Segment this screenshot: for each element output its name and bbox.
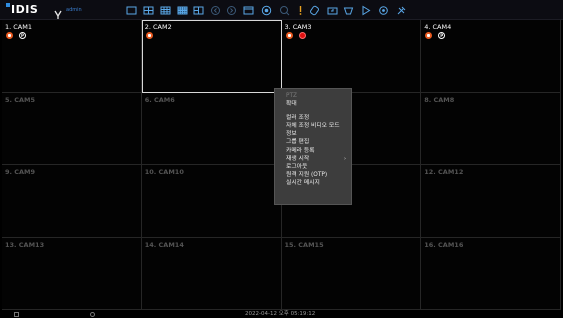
camera-status-icons: P xyxy=(425,32,446,39)
camera-label: 9. CAM9 xyxy=(5,168,36,176)
camera-cell[interactable]: 2. CAM2 xyxy=(141,20,282,93)
camera-label: 16. CAM16 xyxy=(424,240,464,249)
camera-label: 4. CAM4 xyxy=(424,23,452,31)
camera-cell[interactable]: 5. CAM5 xyxy=(2,92,142,165)
export-icon[interactable] xyxy=(327,5,338,16)
context-menu-item-label: 자체 조정 비디오 모드 xyxy=(286,123,340,130)
camera-status-icons: P xyxy=(6,32,26,39)
context-menu-item-label: PTZ xyxy=(286,93,298,99)
camera-label: 14. CAM14 xyxy=(144,240,184,249)
camera-cell[interactable]: 16. CAM16 xyxy=(421,237,561,310)
grid-3x3-icon[interactable] xyxy=(160,5,171,16)
camera-label: 1. CAM1 xyxy=(5,23,32,31)
status-datetime: 2022-04-12 오후 05:19:12 xyxy=(245,311,316,317)
next-page-icon[interactable] xyxy=(226,5,237,16)
settings-icon[interactable] xyxy=(378,5,389,16)
context-menu-item[interactable]: 실시간 메시지 xyxy=(275,179,351,187)
context-menu-item-label: 카메라 등록 xyxy=(286,147,315,154)
context-menu-item-label: 그룹 편집 xyxy=(286,139,310,146)
prev-page-icon[interactable] xyxy=(210,5,221,16)
alarm-icon[interactable] xyxy=(295,5,306,16)
clip-icon[interactable] xyxy=(309,5,320,16)
context-menu-item-label: 로그아웃 xyxy=(286,163,308,170)
camera-cell[interactable]: 12. CAM12 xyxy=(421,165,561,238)
context-menu-item-label: 정보 xyxy=(286,131,297,138)
grid-4x4-icon[interactable] xyxy=(177,5,188,16)
camera-cell[interactable]: 6. CAM6 xyxy=(141,92,282,165)
context-menu: PTZ 확대컬러 조정 자체 조정 비디오 모드 정보 그룹 편집 카메라 등록 재생 시작… xyxy=(274,88,352,205)
status-user-icon[interactable] xyxy=(90,312,95,317)
recording-icon xyxy=(6,32,13,39)
grid-2x2-icon[interactable] xyxy=(143,5,154,16)
context-menu-item[interactable]: 원격 지원 (OTP) xyxy=(275,171,351,179)
context-menu-item[interactable]: 로그아웃 xyxy=(275,163,351,171)
camera-label: 10. CAM10 xyxy=(144,168,184,176)
camera-label: 13. CAM13 xyxy=(5,240,45,249)
recording-icon xyxy=(285,32,293,39)
status-monitor-icon[interactable] xyxy=(14,312,19,317)
ptz-icon: P xyxy=(438,32,446,39)
context-menu-item[interactable]: 재생 시작 › xyxy=(275,155,351,163)
camera-cell[interactable]: 3. CAM3 xyxy=(281,20,422,93)
camera-cell[interactable]: 13. CAM13 xyxy=(2,237,142,310)
user-icon[interactable] xyxy=(53,5,63,19)
ptz-icon: P xyxy=(19,32,26,39)
fullscreen-icon[interactable] xyxy=(243,5,254,16)
context-menu-item[interactable]: 컬러 조정 xyxy=(275,114,351,122)
camera-label: 5. CAM5 xyxy=(5,95,36,104)
camera-label: 15. CAM15 xyxy=(284,240,324,249)
toolbar: IDIS admin xyxy=(0,0,563,20)
tools-icon[interactable] xyxy=(396,5,407,16)
single-view-icon[interactable] xyxy=(126,5,137,16)
camera-cell[interactable]: 4. CAM4 P xyxy=(421,20,561,93)
camera-label: 2. CAM2 xyxy=(144,23,172,31)
recording-icon xyxy=(425,32,433,39)
context-menu-item[interactable]: 카메라 등록 xyxy=(275,147,351,155)
context-menu-item-label: 실시간 메시지 xyxy=(286,179,320,186)
grid-custom-icon[interactable] xyxy=(193,5,204,16)
context-menu-item-label: 재생 시작 xyxy=(286,155,310,162)
search-icon[interactable] xyxy=(279,5,290,16)
play-icon[interactable] xyxy=(360,5,371,16)
playback-icon[interactable] xyxy=(261,5,272,16)
user-name[interactable]: admin xyxy=(66,6,82,14)
camera-label: 8. CAM8 xyxy=(424,95,455,104)
submenu-arrow-icon: › xyxy=(344,155,346,162)
context-menu-item[interactable]: 그룹 편집 xyxy=(275,138,351,146)
camera-cell[interactable]: 10. CAM10 xyxy=(141,165,282,238)
camera-label: 3. CAM3 xyxy=(284,23,312,31)
logo-mark-icon xyxy=(6,3,10,7)
camera-label: 6. CAM6 xyxy=(144,95,175,104)
camera-cell[interactable]: 8. CAM8 xyxy=(421,92,561,165)
context-menu-item-label: 컬러 조정 xyxy=(286,115,310,122)
camera-cell[interactable]: 15. CAM15 xyxy=(281,237,422,310)
status-bar: 2022-04-12 오후 05:19:12 xyxy=(0,310,563,318)
camera-label: 12. CAM12 xyxy=(424,168,464,176)
context-menu-item[interactable]: 확대 xyxy=(275,100,351,108)
recording-icon xyxy=(145,32,153,39)
context-menu-item-label: 확대 xyxy=(286,101,297,108)
camera-status-icons xyxy=(145,32,153,39)
camera-status-icons xyxy=(285,32,306,39)
context-menu-item-label: 원격 지원 (OTP) xyxy=(286,171,328,178)
alarm-status-icon xyxy=(298,32,306,39)
camera-cell[interactable]: 1. CAM1 P xyxy=(2,20,142,93)
context-menu-item[interactable]: 자체 조정 비디오 모드 xyxy=(275,122,351,130)
idis-logo: IDIS xyxy=(6,3,38,17)
context-menu-item: PTZ xyxy=(275,92,351,100)
marker-icon[interactable] xyxy=(343,5,354,16)
camera-cell[interactable]: 14. CAM14 xyxy=(141,237,282,310)
context-menu-item[interactable]: 정보 xyxy=(275,130,351,138)
logo-text: IDIS xyxy=(11,3,39,16)
camera-cell[interactable]: 9. CAM9 xyxy=(2,165,142,238)
